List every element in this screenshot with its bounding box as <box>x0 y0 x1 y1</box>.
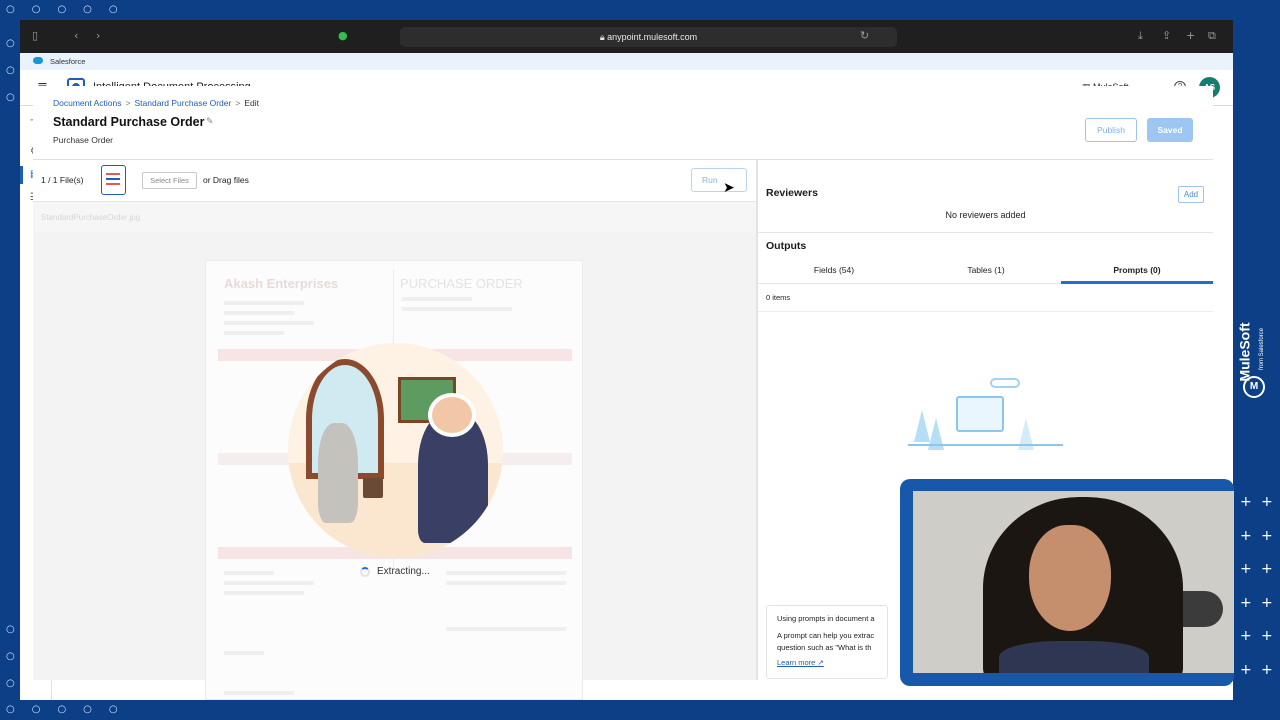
presenter-shirt <box>999 641 1149 673</box>
doc-line <box>224 311 294 315</box>
address-bar[interactable]: 🔒︎ anypoint.mulesoft.com <box>400 27 897 47</box>
learn-more-link[interactable]: Learn more ↗ <box>777 657 877 668</box>
frame-dots-left-bottom: ○ ○ ○ <box>6 624 15 689</box>
reviewers-divider <box>758 232 1213 233</box>
plus-pattern-decoration-right: + + + + + + <box>1261 494 1273 678</box>
file-thumbnail-icon[interactable] <box>101 165 126 195</box>
breadcrumb-current: Edit <box>244 98 259 108</box>
sidebar-toggle-icon[interactable]: ▯ <box>32 29 38 42</box>
doc-line <box>224 571 274 575</box>
extracting-status: Extracting... <box>377 566 430 577</box>
doc-heading: PURCHASE ORDER <box>400 276 523 291</box>
frame-dots-bottom: ○○○○○ <box>6 704 135 715</box>
mouse-cursor-icon: ➤ <box>723 180 735 196</box>
publish-button[interactable]: Publish <box>1085 118 1137 142</box>
empty-state-illustration <box>908 378 1063 456</box>
tip-title: Using prompts in document a <box>777 614 875 623</box>
doc-line <box>224 301 304 305</box>
bookmarks-bar: Salesforce <box>20 53 1233 70</box>
plus-pattern-decoration: + + + + + + <box>1240 494 1252 678</box>
url-text: anypoint.mulesoft.com <box>607 32 698 42</box>
doc-line <box>224 331 284 335</box>
file-name-strip: StandardPurchaseOrder.jpg <box>33 202 756 232</box>
salesforce-cloud-icon <box>33 57 43 64</box>
drag-files-text: or Drag files <box>203 175 249 185</box>
illustration-einstein-head <box>428 393 476 437</box>
browser-toolbar: ▯ ‹ › ● 🔒︎ anypoint.mulesoft.com ↻ ⤓ ⇪ +… <box>20 20 1233 53</box>
doc-line <box>224 651 264 655</box>
items-divider <box>758 311 1213 312</box>
forward-icon[interactable]: › <box>96 29 100 42</box>
doc-line <box>224 591 304 595</box>
brand-name: MuleSoft <box>1236 322 1253 382</box>
doc-company: Akash Enterprises <box>224 276 339 291</box>
tabs-icon[interactable]: ⧉ <box>1208 29 1216 43</box>
loading-spinner-icon <box>360 567 370 577</box>
doc-line <box>446 627 566 631</box>
breadcrumb-document-actions[interactable]: Document Actions <box>53 98 122 108</box>
learn-more-text: Learn more <box>777 657 816 667</box>
extension-icon[interactable]: ● <box>338 29 348 42</box>
breadcrumb-standard-purchase-order[interactable]: Standard Purchase Order <box>134 98 231 108</box>
breadcrumb-separator: > <box>125 98 131 108</box>
saved-button[interactable]: Saved <box>1147 118 1193 142</box>
active-tab-indicator <box>1061 281 1213 284</box>
tip-line-2: question such as "What is th <box>777 642 872 652</box>
back-icon[interactable]: ‹ <box>74 29 78 42</box>
download-icon[interactable]: ⤓ <box>1138 29 1143 43</box>
empty-cloud <box>990 378 1020 388</box>
doc-line <box>224 691 294 695</box>
tab-prompts[interactable]: Prompts (0) <box>1061 265 1213 275</box>
document-preview-panel: 1 / 1 File(s) Select Files or Drag files… <box>33 160 756 700</box>
illustration-cup <box>363 478 383 498</box>
frame-dots-top: ○○○○○ <box>6 4 135 15</box>
illustration-astro-character <box>318 423 358 523</box>
nav-active-indicator <box>20 166 23 184</box>
empty-treasure-box <box>956 396 1004 432</box>
tab-tables[interactable]: Tables (1) <box>910 265 1062 275</box>
doc-line <box>446 571 566 575</box>
files-toolbar: 1 / 1 File(s) Select Files or Drag files… <box>33 160 756 202</box>
outputs-title: Outputs <box>766 240 807 252</box>
new-tab-icon[interactable]: + <box>1186 29 1195 42</box>
brand-from: from Salesforce <box>1259 327 1266 371</box>
doc-line <box>402 297 472 301</box>
tab-fields[interactable]: Fields (54) <box>758 265 910 275</box>
presenter-video <box>913 491 1234 673</box>
reviewers-title: Reviewers <box>766 187 818 199</box>
add-reviewer-button[interactable]: Add <box>1178 186 1204 203</box>
doc-line <box>402 307 512 311</box>
reload-icon[interactable]: ↻ <box>860 29 869 42</box>
tip-line-1: A prompt can help you extrac <box>777 631 875 641</box>
frame-dots-left: ○ ○ ○ <box>6 38 15 103</box>
page-title: Standard Purchase Order <box>53 115 205 129</box>
bookmark-salesforce[interactable]: Salesforce <box>50 57 85 66</box>
prompts-tip-card: Using prompts in document a A prompt can… <box>766 605 888 679</box>
page-header: Document Actions > Standard Purchase Order… <box>33 86 1213 160</box>
page-subtitle: Purchase Order <box>53 135 113 145</box>
run-button[interactable]: Run <box>691 168 747 192</box>
items-count: 0 items <box>766 293 791 302</box>
mulesoft-logo-icon: M <box>1243 376 1265 398</box>
loading-illustration <box>288 343 503 558</box>
presenter-face <box>1029 525 1111 631</box>
file-count: 1 / 1 File(s) <box>41 175 84 185</box>
mulesoft-brand: MuleSoft from Salesforce M <box>1237 306 1273 404</box>
share-icon[interactable]: ⇪ <box>1162 29 1171 42</box>
external-link-icon: ↗ <box>815 657 824 667</box>
file-name: StandardPurchaseOrder.jpg <box>41 213 141 222</box>
doc-line <box>224 581 314 585</box>
no-reviewers-text: No reviewers added <box>945 210 1026 220</box>
select-files-button[interactable]: Select Files <box>142 172 197 189</box>
presenter-webcam <box>900 479 1234 686</box>
empty-ground <box>908 444 1063 446</box>
breadcrumb: Document Actions > Standard Purchase Order… <box>53 98 259 108</box>
breadcrumb-separator: > <box>235 98 241 108</box>
doc-line <box>224 321 314 325</box>
doc-line <box>446 581 566 585</box>
edit-pencil-icon[interactable]: ✎ <box>206 117 214 127</box>
